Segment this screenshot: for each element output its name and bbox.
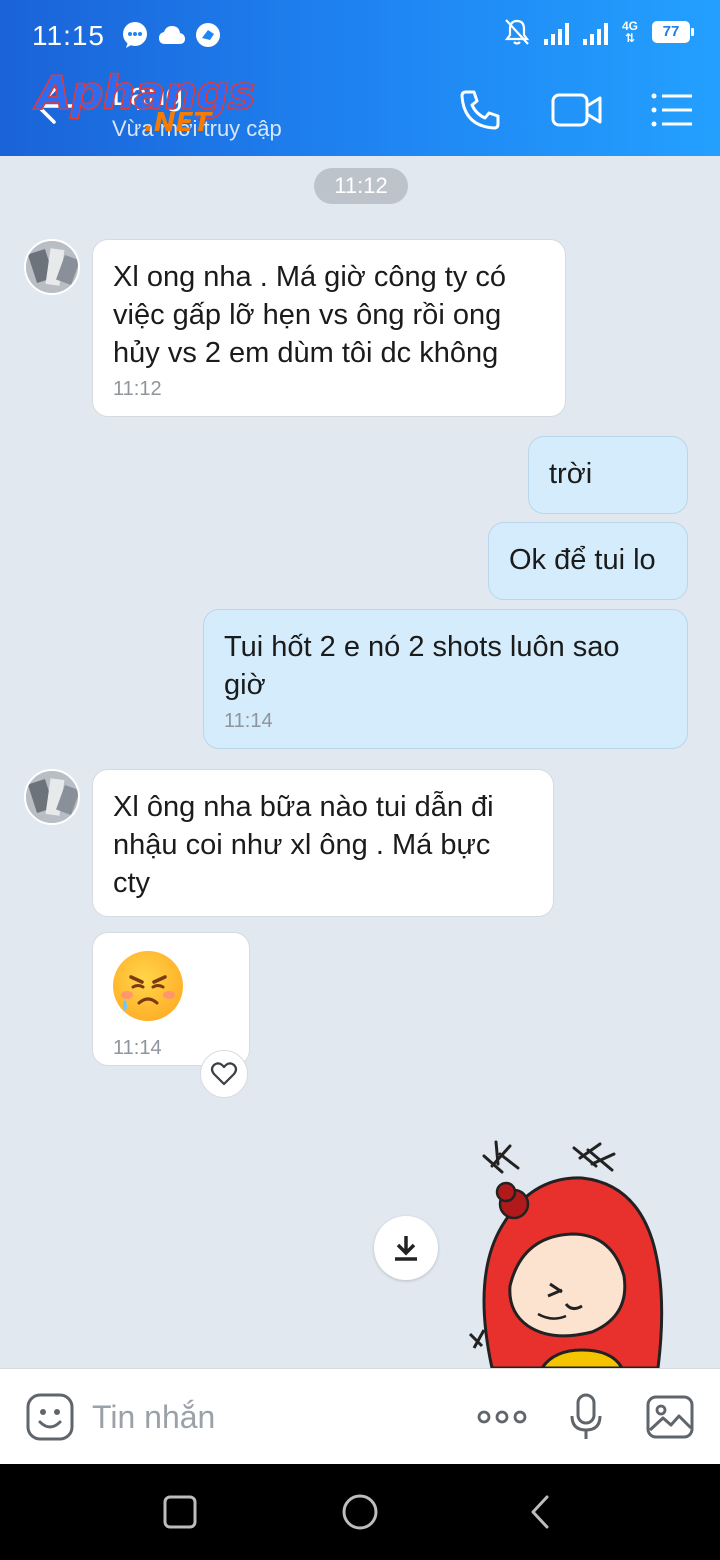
signal-icon <box>543 19 569 45</box>
message-bubble-outgoing[interactable]: Ok để tui lo <box>488 522 688 600</box>
message-time: 11:12 <box>113 378 162 400</box>
message-input[interactable] <box>92 1391 452 1443</box>
back-nav-icon[interactable] <box>516 1488 564 1536</box>
message-text: Xl ong nha . Má giờ công ty có việc gấp … <box>113 261 507 369</box>
battery-level: 77 <box>662 23 680 40</box>
menu-list-button[interactable] <box>648 86 696 134</box>
status-time: 11:15 <box>32 20 105 51</box>
cloud-icon <box>158 20 186 50</box>
phone-call-button[interactable] <box>456 86 504 134</box>
message-time: 11:14 <box>224 710 273 732</box>
network-type: 4G ⇅ <box>621 19 638 45</box>
message-text: Ok để tui lo <box>509 544 656 576</box>
download-icon[interactable] <box>374 1216 438 1280</box>
signal-icon <box>582 19 608 45</box>
message-text: Xl ông nha bữa nào tui dẫn đi nhậu coi n… <box>113 791 494 899</box>
contact-name[interactable]: Lạng <box>112 76 183 113</box>
message-bubble-incoming[interactable]: 11:14 <box>92 932 250 1066</box>
app-bar: Lạng Vừa mới truy cập Aphangs .NET <box>0 60 720 156</box>
battery-icon: 77 <box>652 21 694 43</box>
image-gallery-icon[interactable] <box>644 1391 696 1443</box>
recent-apps-icon[interactable] <box>156 1488 204 1536</box>
status-right: 4G ⇅ 77 <box>504 18 694 46</box>
more-options-icon[interactable] <box>476 1391 528 1443</box>
crying-angry-face-emoji <box>113 951 183 1021</box>
alarm-off-icon <box>504 19 530 45</box>
time-divider: 11:12 <box>314 168 408 204</box>
message-bubble-incoming[interactable]: Xl ông nha bữa nào tui dẫn đi nhậu coi n… <box>92 769 554 917</box>
avatar[interactable] <box>24 769 80 825</box>
header: 11:15 4G ⇅ 77 Lạng Vừa mới truy cập Aphan… <box>0 0 720 156</box>
contact-status: Vừa mới truy cập <box>112 116 282 141</box>
microphone-icon[interactable] <box>560 1391 612 1443</box>
message-bubble-outgoing[interactable]: trời <box>528 436 688 514</box>
back-arrow-icon[interactable] <box>34 84 78 128</box>
sticker-image[interactable] <box>462 1136 672 1370</box>
system-nav-bar <box>0 1464 720 1560</box>
message-bubble-outgoing[interactable]: Tui hốt 2 e nó 2 shots luôn sao giờ 11:1… <box>203 609 688 749</box>
home-icon[interactable] <box>336 1488 384 1536</box>
avatar[interactable] <box>24 239 80 295</box>
message-text: Tui hốt 2 e nó 2 shots luôn sao giờ <box>224 631 620 701</box>
message-text: trời <box>549 458 593 490</box>
emoji-sticker-icon[interactable] <box>24 1391 76 1443</box>
messenger-icon <box>120 20 150 50</box>
video-call-button[interactable] <box>550 86 604 134</box>
heart-react-icon[interactable] <box>200 1050 248 1098</box>
status-bar: 11:15 4G ⇅ 77 <box>0 0 720 64</box>
message-composer <box>0 1368 720 1464</box>
message-bubble-incoming[interactable]: Xl ong nha . Má giờ công ty có việc gấp … <box>92 239 566 417</box>
zalo-icon <box>194 20 222 50</box>
chat-area[interactable]: 11:12 Xl ong nha . Má giờ công ty có việ… <box>0 156 720 1370</box>
